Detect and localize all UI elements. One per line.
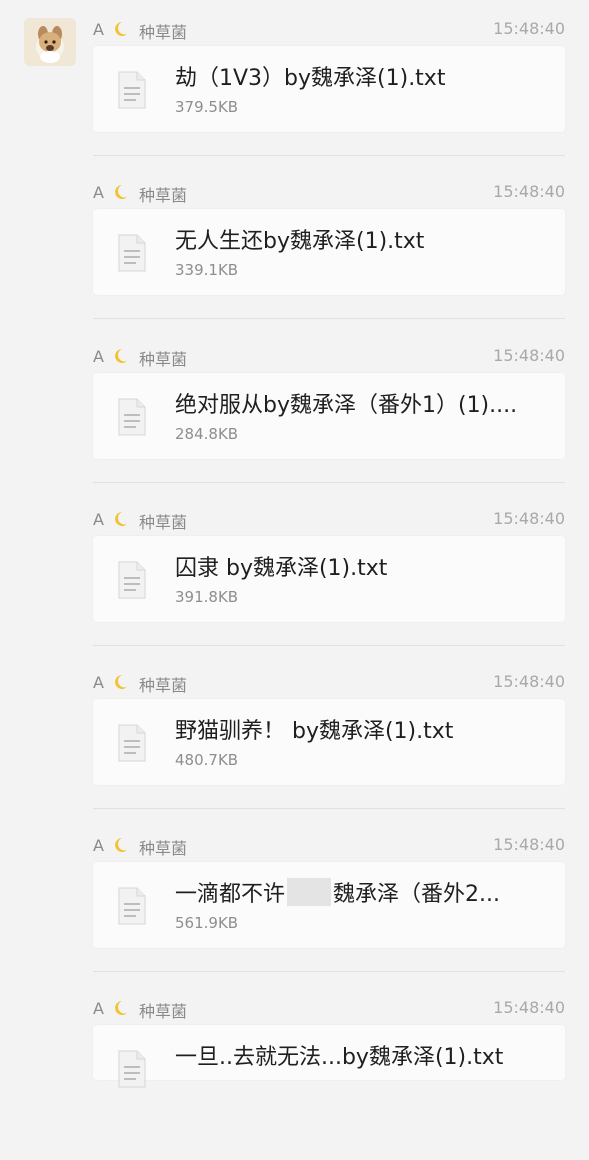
message-time: 15:48:40 xyxy=(493,998,565,1017)
file-card[interactable]: 一滴都不许 魏承泽（番外2... 561.9KB xyxy=(93,862,565,948)
file-icon xyxy=(118,724,146,762)
message-time: 15:48:40 xyxy=(493,346,565,365)
file-icon xyxy=(118,71,146,109)
message-header: A 种草菌 15:48:40 xyxy=(93,997,565,1021)
moon-icon xyxy=(115,185,127,199)
file-card[interactable]: 野猫驯养！ by魏承泽(1).txt 480.7KB xyxy=(93,699,565,785)
divider xyxy=(93,155,565,156)
file-name: 野猫驯养！ by魏承泽(1).txt xyxy=(175,719,454,744)
file-size: 339.1KB xyxy=(175,261,239,279)
message-header: A 种草菌 15:48:40 xyxy=(93,671,565,695)
moon-icon xyxy=(115,22,127,36)
message-time: 15:48:40 xyxy=(493,19,565,38)
file-name: 囚隶 by魏承泽(1).txt xyxy=(175,556,388,581)
chat-message: A 种草菌 15:48:40 一滴都不许 魏承泽（番外2... 561.9KB xyxy=(93,834,565,997)
sender-initial: A xyxy=(93,183,104,202)
divider xyxy=(93,808,565,809)
file-name-part: 魏承泽（番外2... xyxy=(333,882,500,907)
moon-icon xyxy=(115,1001,127,1015)
file-name: 无人生还by魏承泽(1).txt xyxy=(175,229,425,254)
sender-initial: A xyxy=(93,836,104,855)
moon-icon xyxy=(115,349,127,363)
message-header: A 种草菌 15:48:40 xyxy=(93,181,565,205)
sender-name[interactable]: 种草菌 xyxy=(139,509,187,533)
file-card[interactable]: 绝对服从by魏承泽（番外1）(1).... 284.8KB xyxy=(93,373,565,459)
message-time: 15:48:40 xyxy=(493,182,565,201)
chat-message: A 种草菌 15:48:40 劫（1V3）by魏承泽(1).txt 379.5K… xyxy=(93,18,565,181)
sender-initial: A xyxy=(93,510,104,529)
divider xyxy=(93,645,565,646)
sender-name[interactable]: 种草菌 xyxy=(139,182,187,206)
chat-message: A 种草菌 15:48:40 野猫驯养！ by魏承泽(1).txt 480.7K… xyxy=(93,671,565,834)
file-size: 284.8KB xyxy=(175,425,239,443)
file-name: 劫（1V3）by魏承泽(1).txt xyxy=(175,66,446,91)
sender-initial: A xyxy=(93,673,104,692)
message-header: A 种草菌 15:48:40 xyxy=(93,834,565,858)
divider xyxy=(93,482,565,483)
redaction-block xyxy=(287,878,332,906)
message-time: 15:48:40 xyxy=(493,672,565,691)
file-card[interactable]: 无人生还by魏承泽(1).txt 339.1KB xyxy=(93,209,565,295)
file-card[interactable]: 囚隶 by魏承泽(1).txt 391.8KB xyxy=(93,536,565,622)
file-icon xyxy=(118,887,146,925)
sender-name[interactable]: 种草菌 xyxy=(139,19,187,43)
chat-message: A 种草菌 15:48:40 绝对服从by魏承泽（番外1）(1).... 284… xyxy=(93,345,565,508)
sender-initial: A xyxy=(93,20,104,39)
sender-initial: A xyxy=(93,347,104,366)
moon-icon xyxy=(115,838,127,852)
message-time: 15:48:40 xyxy=(493,509,565,528)
file-name: 一旦..去就无法...by魏承泽(1).txt xyxy=(175,1045,504,1070)
sender-name[interactable]: 种草菌 xyxy=(139,672,187,696)
file-card[interactable]: 一旦..去就无法...by魏承泽(1).txt xyxy=(93,1025,565,1088)
divider xyxy=(93,318,565,319)
file-card[interactable]: 劫（1V3）by魏承泽(1).txt 379.5KB xyxy=(93,46,565,132)
moon-icon xyxy=(115,512,127,526)
sender-initial: A xyxy=(93,999,104,1018)
message-time: 15:48:40 xyxy=(493,835,565,854)
file-icon xyxy=(118,1050,146,1088)
divider xyxy=(93,971,565,972)
avatar[interactable] xyxy=(24,18,76,66)
file-size: 480.7KB xyxy=(175,751,239,769)
file-size: 379.5KB xyxy=(175,98,239,116)
file-icon xyxy=(118,234,146,272)
sender-name[interactable]: 种草菌 xyxy=(139,835,187,859)
file-icon xyxy=(118,398,146,436)
file-size: 391.8KB xyxy=(175,588,239,606)
chat-message: A 种草菌 15:48:40 一旦..去就无法...by魏承泽(1).txt xyxy=(93,997,565,1160)
sender-name[interactable]: 种草菌 xyxy=(139,346,187,370)
sender-name[interactable]: 种草菌 xyxy=(139,998,187,1022)
file-name: 绝对服从by魏承泽（番外1）(1).... xyxy=(175,393,518,418)
message-header: A 种草菌 15:48:40 xyxy=(93,508,565,532)
file-name-part: 一滴都不许 xyxy=(175,882,286,907)
dog-avatar-image xyxy=(24,18,76,66)
file-name: 一滴都不许 魏承泽（番外2... xyxy=(175,876,560,908)
file-icon xyxy=(118,561,146,599)
chat-message: A 种草菌 15:48:40 无人生还by魏承泽(1).txt 339.1KB xyxy=(93,181,565,344)
moon-icon xyxy=(115,675,127,689)
message-header: A 种草菌 15:48:40 xyxy=(93,345,565,369)
message-header: A 种草菌 15:48:40 xyxy=(93,18,565,42)
file-size: 561.9KB xyxy=(175,914,239,932)
chat-message: A 种草菌 15:48:40 囚隶 by魏承泽(1).txt 391.8KB xyxy=(93,508,565,671)
